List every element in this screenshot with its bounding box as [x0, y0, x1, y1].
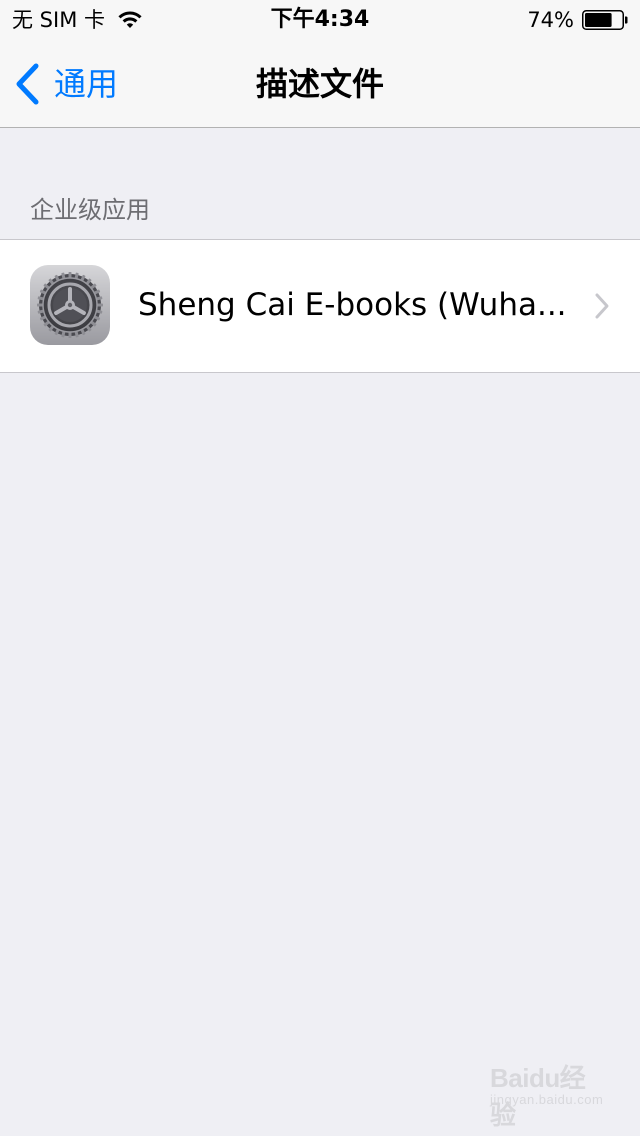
- status-bar: 无 SIM 卡 下午4:34 74%: [0, 0, 640, 40]
- battery-icon: [582, 10, 628, 30]
- battery-percent: 74%: [527, 8, 574, 32]
- watermark-url: jingyan.baidu.com: [490, 1092, 604, 1107]
- page-title: 描述文件: [255, 65, 384, 103]
- baidu-watermark: Baidu经验 jingyan.baidu.com: [490, 1054, 606, 1130]
- settings-gear-icon: [30, 265, 110, 345]
- section-header: 企业级应用: [30, 196, 150, 224]
- navigation-bar: 通用 描述文件: [0, 40, 640, 128]
- profile-list: Sheng Cai E-books (Wuha...: [0, 239, 640, 373]
- list-item-profile[interactable]: Sheng Cai E-books (Wuha...: [0, 240, 640, 372]
- profile-title: Sheng Cai E-books (Wuha...: [138, 287, 567, 323]
- chevron-right-icon: [595, 293, 609, 319]
- status-right: 74%: [527, 7, 628, 33]
